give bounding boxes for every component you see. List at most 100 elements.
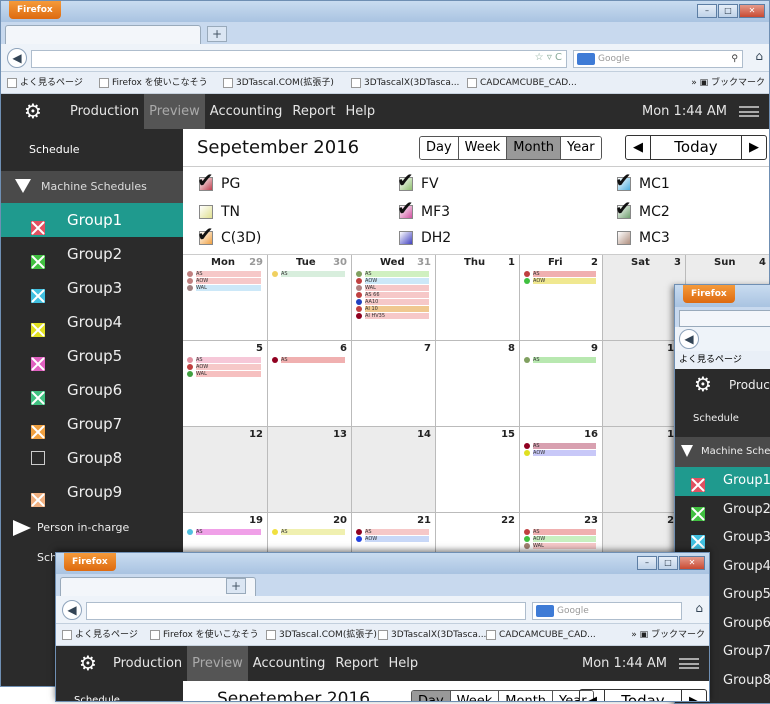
day-cell[interactable]: 6 AS bbox=[268, 341, 352, 427]
event-item[interactable]: AOW bbox=[523, 536, 596, 542]
sidebar-item-group3[interactable]: Group3 bbox=[675, 524, 770, 553]
back-icon[interactable]: ◀ bbox=[62, 600, 82, 620]
search-input[interactable]: Google ⚲ bbox=[573, 50, 743, 68]
sidebar-schedule[interactable]: Schedule bbox=[56, 681, 183, 701]
event-item[interactable]: AOW bbox=[523, 278, 596, 284]
menu-accounting[interactable]: Accounting bbox=[205, 94, 288, 129]
legend-item-mc2[interactable]: ✔ MC2 bbox=[607, 197, 670, 223]
menu-help[interactable]: Help bbox=[340, 94, 380, 129]
app-logo-icon[interactable]: ⚙ bbox=[19, 100, 47, 122]
event-item[interactable]: AS bbox=[186, 271, 261, 277]
sidebar-machine-schedules[interactable]: Machine Sche bbox=[675, 437, 770, 467]
event-item[interactable]: WAL bbox=[186, 285, 261, 291]
sidebar-item-group3[interactable]: Group3 bbox=[1, 271, 183, 305]
legend-item-mc1[interactable]: ✔ MC1 bbox=[607, 169, 670, 195]
google-icon[interactable] bbox=[577, 53, 595, 65]
legend-item-pg[interactable]: ✔ PG bbox=[189, 169, 240, 195]
event-item[interactable]: AOW bbox=[355, 278, 429, 284]
day-cell[interactable]: Wed 31 AS AOW WAL AS 66 AA10 AI 10 AI HV35 bbox=[352, 255, 436, 341]
sidebar-schedule[interactable]: Schedule bbox=[1, 129, 183, 171]
new-tab-button[interactable]: + bbox=[207, 26, 227, 42]
event-item[interactable]: WAL bbox=[355, 285, 429, 291]
browser-tab[interactable] bbox=[5, 25, 201, 44]
menu-production[interactable]: Production bbox=[108, 646, 187, 681]
menu-report[interactable]: Report bbox=[330, 646, 383, 681]
legend-item-c3d[interactable]: ✔ C(3D) bbox=[189, 223, 261, 249]
sidebar-item-group1[interactable]: Group1 bbox=[675, 467, 770, 496]
sidebar-item-group7[interactable]: Group7 bbox=[1, 407, 183, 441]
sidebar-person-schedule[interactable]: Person in-charge Schedule bbox=[1, 513, 183, 564]
firefox-menu-button[interactable]: Firefox bbox=[9, 1, 61, 19]
view-month-button[interactable]: Month bbox=[506, 137, 561, 159]
legend-checkbox[interactable] bbox=[617, 231, 631, 245]
event-item[interactable]: AS bbox=[271, 357, 345, 363]
day-cell[interactable]: Fri 2 AS AOW bbox=[520, 255, 603, 341]
event-item[interactable]: AS 66 bbox=[355, 292, 429, 298]
bookmark-item[interactable]: 3DTascal.COM(拡張子) bbox=[266, 624, 377, 646]
view-day-button[interactable]: Day bbox=[420, 137, 458, 159]
sidebar-item-group2[interactable]: Group2 bbox=[1, 237, 183, 271]
menu-production[interactable]: Producti bbox=[729, 369, 770, 401]
bookmark-item[interactable]: 3DTascalX(3DTasca... bbox=[378, 624, 486, 646]
maximize-button[interactable]: □ bbox=[718, 4, 738, 18]
event-item[interactable]: AS bbox=[186, 357, 261, 363]
view-month-button[interactable]: Month bbox=[498, 691, 553, 701]
legend-checkbox[interactable] bbox=[199, 205, 213, 219]
hamburger-menu-icon[interactable] bbox=[739, 106, 759, 117]
day-cell[interactable]: 13 bbox=[268, 427, 352, 513]
back-icon[interactable]: ◀ bbox=[7, 48, 27, 68]
firefox-menu-button[interactable]: Firefox bbox=[64, 553, 116, 571]
day-cell[interactable]: 12 bbox=[183, 427, 268, 513]
event-item[interactable]: AS bbox=[523, 357, 596, 363]
sidebar-machine-schedules[interactable]: Machine Schedules bbox=[1, 171, 183, 203]
sidebar-item-group9[interactable]: Group9 bbox=[1, 475, 183, 509]
day-cell[interactable]: 9 AS bbox=[520, 341, 603, 427]
today-button[interactable]: Today bbox=[650, 136, 742, 159]
bookmark-star-icon[interactable]: ☆ ▿ C bbox=[535, 52, 562, 63]
next-arrow-icon[interactable]: ▶ bbox=[742, 136, 766, 159]
event-item[interactable]: AS bbox=[355, 529, 429, 535]
event-item[interactable]: AI 10 bbox=[355, 306, 429, 312]
menu-preview[interactable]: Preview bbox=[144, 94, 205, 129]
day-cell[interactable]: 15 bbox=[436, 427, 520, 513]
menu-preview[interactable]: Preview bbox=[187, 646, 248, 681]
day-cell[interactable]: Thu 1 bbox=[436, 255, 520, 341]
close-button[interactable]: ✕ bbox=[739, 4, 765, 18]
bookmark-item[interactable]: よく見るページ bbox=[679, 355, 742, 365]
close-button[interactable]: ✕ bbox=[679, 556, 705, 570]
bookmarks-menu[interactable]: » ▣ ブックマーク bbox=[691, 72, 765, 94]
bookmark-item[interactable]: CADCAMCUBE_CAD... bbox=[467, 72, 577, 94]
sidebar-item-group2[interactable]: Group2 bbox=[675, 496, 770, 525]
event-item[interactable]: AS bbox=[271, 529, 345, 535]
event-item[interactable]: AS bbox=[271, 271, 345, 277]
google-icon[interactable] bbox=[536, 605, 554, 617]
sidebar-item-group5[interactable]: Group5 bbox=[1, 339, 183, 373]
today-button[interactable]: Today bbox=[604, 690, 682, 701]
maximize-button[interactable]: □ bbox=[658, 556, 678, 570]
prev-arrow-icon[interactable]: ◀ bbox=[626, 136, 650, 159]
event-item[interactable]: AOW bbox=[355, 536, 429, 542]
sidebar-schedule[interactable]: Schedule bbox=[675, 401, 770, 437]
url-input[interactable]: ☆ ▿ C bbox=[31, 50, 567, 68]
day-cell[interactable]: 23 AS AOW WAL bbox=[520, 513, 603, 555]
bookmark-item[interactable]: CADCAMCUBE_CAD... bbox=[486, 624, 596, 646]
minimize-button[interactable]: – bbox=[637, 556, 657, 570]
day-cell[interactable]: 5 AS AOW WAL bbox=[183, 341, 268, 427]
url-input[interactable] bbox=[86, 602, 526, 620]
event-item[interactable]: AS bbox=[523, 271, 596, 277]
firefox-menu-button[interactable]: Firefox bbox=[683, 285, 735, 303]
legend-item-mc3[interactable]: MC3 bbox=[607, 227, 670, 249]
back-icon[interactable]: ◀ bbox=[679, 329, 699, 349]
day-cell[interactable]: 22 bbox=[436, 513, 520, 555]
legend-checkbox[interactable] bbox=[399, 231, 413, 245]
event-item[interactable]: AOW bbox=[186, 364, 261, 370]
bookmark-item[interactable]: よく見るページ bbox=[7, 72, 83, 94]
next-arrow-icon[interactable]: ▶ bbox=[682, 690, 706, 701]
event-item[interactable]: AA10 bbox=[355, 299, 429, 305]
day-cell[interactable]: 19 AS bbox=[183, 513, 268, 555]
app-logo-icon[interactable]: ⚙ bbox=[74, 652, 102, 674]
legend-item-dh2[interactable]: DH2 bbox=[389, 227, 451, 249]
bookmark-item[interactable]: 3DTascal.COM(拡張子) bbox=[223, 72, 334, 94]
app-logo-icon[interactable]: ⚙ bbox=[689, 373, 717, 395]
home-icon[interactable]: ⌂ bbox=[695, 601, 703, 615]
